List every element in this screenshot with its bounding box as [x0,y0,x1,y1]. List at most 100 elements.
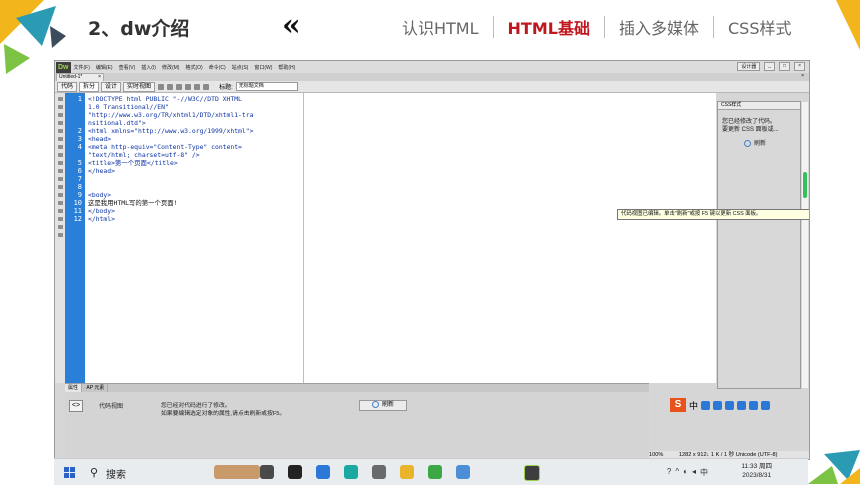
expand-all-icon[interactable] [57,121,63,125]
ie-browser-icon[interactable] [316,465,330,479]
css-panel-title[interactable]: CSS样式 [718,102,800,110]
file-management-icon[interactable] [176,83,183,90]
clock[interactable]: 11:33 周四 2023/8/31 [741,462,772,480]
code-line: </head> [88,167,115,175]
collapse-selection-icon[interactable] [57,113,63,117]
window-controls: 设计器 _ □ × [737,62,805,71]
line-number: 1 [77,95,82,103]
edge-browser-icon[interactable] [344,465,358,479]
workspace-switcher[interactable]: 设计器 [737,62,761,71]
toolbox-icon[interactable] [761,400,771,410]
split-view-button[interactable]: 拆分 [79,81,100,92]
menu-view[interactable]: 查看(V) [119,64,136,71]
browser-check-icon[interactable] [185,83,192,90]
move-css-icon[interactable] [57,209,63,213]
css-panel-message: 要更新 CSS 面板或... [722,127,779,133]
syntax-error-icon[interactable] [57,161,63,165]
code-line: 1.0 Transitional//EN" [88,103,169,111]
chevron-up-icon[interactable]: ^ [675,467,679,478]
sogou-logo-icon[interactable]: S [670,398,686,412]
code-line: 这是我用HTML写的第一个页面! [88,199,178,207]
format-source-icon[interactable] [57,233,63,237]
refresh-icon [744,139,751,147]
code-view-button[interactable]: 代码 [57,81,78,92]
close-icon[interactable]: × [794,62,805,71]
scrollbar-thumb[interactable] [803,172,807,198]
document-toolbar: 代码 拆分 设计 实时视图 标题: 无标题文档 [55,81,809,93]
tab-ap-elements[interactable]: AP 元素 [83,384,109,392]
code-line: <meta http-equiv="Content-Type" content= [88,143,242,151]
outdent-icon[interactable] [57,225,63,229]
css-refresh-button[interactable]: 刷新 [744,138,766,147]
menu-format[interactable]: 格式(O) [185,64,202,71]
menu-edit[interactable]: 编辑(E) [96,64,113,71]
tab-properties[interactable]: 属性 [65,384,83,392]
app-icon[interactable] [456,465,470,479]
live-view-button[interactable]: 实时视图 [123,81,156,92]
tab-close-icon[interactable]: × [98,74,101,81]
keyboard-icon[interactable] [737,400,747,410]
apply-comment-icon[interactable] [57,177,63,181]
punctuation-icon[interactable] [701,400,711,410]
windows-start-icon[interactable] [64,467,75,478]
app-icon[interactable] [428,465,442,479]
indent-icon[interactable] [57,217,63,221]
line-numbers-icon[interactable] [57,145,63,149]
nav-item-html-basics[interactable]: HTML基础 [494,15,604,39]
minimize-icon[interactable]: _ [764,62,776,71]
emoji-icon[interactable] [713,400,723,410]
inspect-icon[interactable] [158,83,165,90]
code-editor[interactable]: <!DOCTYPE html PUBLIC "-//W3C//DTD XHTML… [85,93,304,383]
collapse-tag-icon[interactable] [57,105,63,109]
dreamweaver-taskbar-icon[interactable] [524,465,540,481]
remove-comment-icon[interactable] [57,185,63,189]
nav-item-css[interactable]: CSS样式 [714,15,806,39]
design-view-button[interactable]: 设计 [101,81,122,92]
title-input[interactable]: 无标题文档 [235,82,298,91]
menu-commands[interactable]: 命令(C) [209,64,226,71]
volume-icon[interactable]: ◂ [692,467,696,478]
nav-item-html-intro[interactable]: 认识HTML [388,15,493,39]
help-icon[interactable]: ? [667,467,671,478]
ime-indicator[interactable]: 中 [700,467,708,478]
design-view-canvas[interactable] [304,93,716,383]
task-view-icon[interactable] [260,465,274,479]
app-icon[interactable] [288,465,302,479]
menu-insert[interactable]: 插入(I) [141,64,156,71]
document-tab[interactable]: Untitled-1* × [56,73,104,81]
refresh-icon[interactable] [194,83,201,90]
line-number: 6 [77,167,82,175]
menu-file[interactable]: 文件(F) [74,64,90,71]
document-close-icon[interactable]: × [801,73,804,79]
highlight-invalid-icon[interactable] [57,153,63,157]
search-icon[interactable]: ⚲ [90,466,98,479]
word-wrap-icon[interactable] [57,169,63,173]
maximize-icon[interactable]: □ [779,62,791,71]
menu-site[interactable]: 站点(S) [232,64,249,71]
menu-modify[interactable]: 修改(M) [162,64,180,71]
microphone-icon[interactable] [725,400,735,410]
select-parent-tag-icon[interactable] [57,129,63,133]
menu-window[interactable]: 窗口(W) [254,64,272,71]
app-icon[interactable] [372,465,386,479]
ime-mode-label[interactable]: 中 [689,399,698,412]
document-tab-label: Untitled-1* [59,74,83,80]
network-icon[interactable]: ◐ [683,467,688,478]
file-explorer-icon[interactable] [400,465,414,479]
preview-icon[interactable] [167,83,174,90]
taskbar-search[interactable]: 搜索 [106,466,126,481]
menu-help[interactable]: 帮助(H) [278,64,295,71]
open-documents-icon[interactable] [57,97,63,101]
recent-snippets-icon[interactable] [57,201,63,205]
view-options-icon[interactable] [203,83,210,90]
line-number: 7 [77,175,82,183]
nav-item-multimedia[interactable]: 插入多媒体 [605,15,713,39]
skin-icon[interactable] [749,400,759,410]
wrap-tag-icon[interactable] [57,193,63,197]
properties-refresh-button[interactable]: 刷新 [359,400,407,411]
properties-panel: 属性 AP 元素 <> 代码视图 您已经对代码进行了修改。 如果要编辑选定对象的… [65,383,649,458]
css-panel-scrollbar[interactable] [802,102,808,388]
taskbar-image-thumbnail[interactable] [214,465,260,479]
chevron-back-icon[interactable]: « [282,8,301,43]
balance-braces-icon[interactable] [57,137,63,141]
